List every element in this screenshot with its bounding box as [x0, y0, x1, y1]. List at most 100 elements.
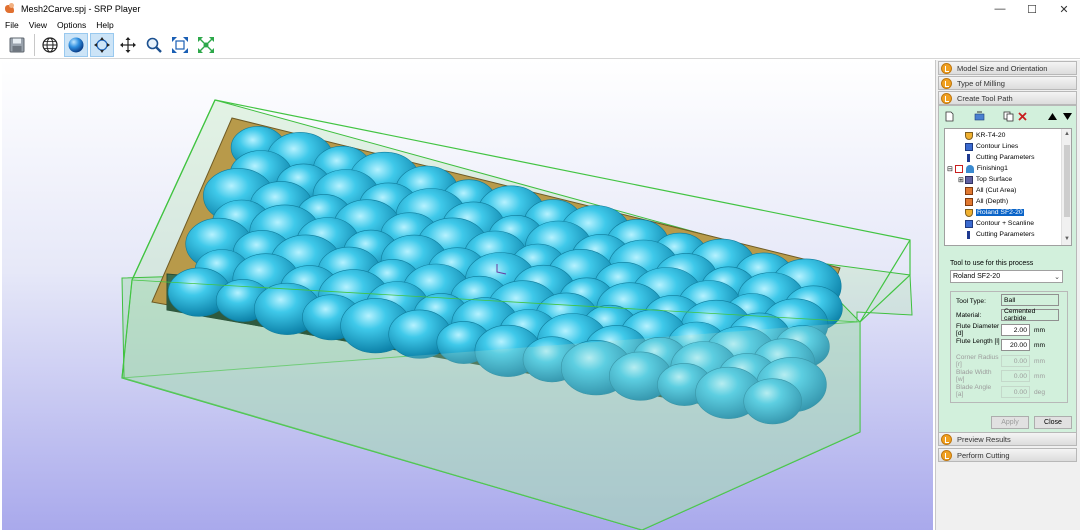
- maximize-button[interactable]: ☐: [1016, 0, 1048, 18]
- unit-label: mm: [1034, 373, 1045, 380]
- new-process-button[interactable]: [943, 110, 956, 123]
- unit-label: mm: [1034, 358, 1045, 365]
- zoom-button[interactable]: [142, 33, 166, 57]
- move-down-button[interactable]: [1061, 110, 1074, 123]
- delete-process-button[interactable]: [1016, 110, 1029, 123]
- window-title: Mesh2Carve.spj - SRP Player: [21, 4, 141, 14]
- tree-item-params-2[interactable]: Cutting Parameters: [965, 229, 1035, 240]
- checkbox-icon[interactable]: [954, 164, 963, 173]
- flute-diameter-label: Flute Diameter [d]: [956, 323, 1000, 337]
- model-scene: [121, 99, 913, 530]
- zoom-icon: [146, 37, 162, 53]
- step-check-icon: [941, 92, 952, 104]
- tree-scrollbar[interactable]: ▲ ▼: [1061, 129, 1071, 245]
- tool-select[interactable]: Roland SF2-20 ⌄: [950, 270, 1063, 283]
- area-icon: [965, 186, 973, 195]
- section-label: Preview Results: [957, 434, 1011, 444]
- tree-item-finishing[interactable]: ⊟ Finishing1: [947, 163, 1008, 174]
- menu-view[interactable]: View: [24, 20, 52, 30]
- tree-item-contour-scan[interactable]: Contour + Scanline: [965, 218, 1034, 229]
- section-type-of-milling[interactable]: Type of Milling: [938, 76, 1077, 90]
- scroll-down-icon[interactable]: ▼: [1063, 235, 1071, 243]
- tool-icon: [965, 131, 973, 140]
- add-process-button[interactable]: [973, 110, 986, 123]
- rotate-view-button[interactable]: [90, 33, 114, 57]
- wireframe-view-button[interactable]: [38, 33, 62, 57]
- move-up-button[interactable]: [1046, 110, 1059, 123]
- move-icon: [120, 37, 136, 53]
- new-file-icon: [945, 111, 954, 122]
- flute-length-label: Flute Length [l]: [956, 338, 1000, 345]
- fit-all-button[interactable]: [194, 33, 218, 57]
- title-bar: Mesh2Carve.spj - SRP Player — ☐ ✕: [0, 0, 1080, 18]
- tree-item-surface[interactable]: ⊞ Top Surface: [958, 174, 1012, 185]
- finishing-icon: [965, 164, 974, 173]
- sphere-shade-icon: [68, 37, 84, 53]
- tree-item-label: Contour + Scanline: [976, 220, 1034, 227]
- menu-file[interactable]: File: [0, 20, 24, 30]
- tree-item-label: Cutting Parameters: [976, 154, 1035, 161]
- section-create-tool-path[interactable]: Create Tool Path: [938, 91, 1077, 105]
- flute-diameter-field[interactable]: 2.00: [1001, 324, 1030, 336]
- model-viewport[interactable]: [2, 60, 933, 530]
- corner-radius-field: 0.00: [1001, 355, 1030, 367]
- depth-icon: [965, 197, 973, 206]
- arrow-down-icon: [1063, 113, 1072, 120]
- blade-angle-label: Blade Angle [a]: [956, 384, 992, 398]
- tree-item-label: Contour Lines: [976, 143, 1019, 150]
- apply-button[interactable]: Apply: [991, 416, 1029, 429]
- tree-item-tool-selected[interactable]: Roland SF2-20: [965, 207, 1024, 218]
- tree-item-area[interactable]: All (Cut Area): [965, 185, 1016, 196]
- wizard-panel: Model Size and Orientation Type of Milli…: [935, 60, 1080, 530]
- minimize-button[interactable]: —: [984, 0, 1016, 18]
- process-tree[interactable]: KR-T4-20 Contour Lines Cutting Parameter…: [944, 128, 1072, 246]
- material-label: Material:: [956, 312, 982, 319]
- scroll-up-icon[interactable]: ▲: [1063, 130, 1071, 138]
- tool-type-value: Ball: [1001, 294, 1059, 306]
- pan-view-button[interactable]: [116, 33, 140, 57]
- expand-icon[interactable]: ⊞: [958, 176, 964, 184]
- section-preview-results[interactable]: Preview Results: [938, 432, 1077, 446]
- unit-label: deg: [1034, 389, 1046, 396]
- save-button[interactable]: [5, 33, 29, 57]
- fit-view-icon: [172, 37, 188, 53]
- chevron-down-icon: ⌄: [1054, 274, 1060, 281]
- surface-icon: [964, 175, 973, 184]
- section-perform-cutting[interactable]: Perform Cutting: [938, 448, 1077, 462]
- tree-item-params[interactable]: Cutting Parameters: [965, 152, 1035, 163]
- tool-select-value: Roland SF2-20: [953, 273, 1001, 280]
- window-controls: — ☐ ✕: [984, 0, 1080, 18]
- tree-item-label: All (Cut Area): [976, 187, 1017, 194]
- close-button[interactable]: Close: [1034, 416, 1072, 429]
- tree-item-contour[interactable]: Contour Lines: [965, 141, 1018, 152]
- menu-help[interactable]: Help: [91, 20, 118, 30]
- tool-type-label: Tool Type:: [956, 298, 986, 305]
- fit-all-icon: [198, 37, 214, 53]
- section-model-size[interactable]: Model Size and Orientation: [938, 61, 1077, 75]
- tree-item-depth[interactable]: All (Depth): [965, 196, 1008, 207]
- params-icon: [967, 153, 970, 162]
- contour-icon: [965, 219, 973, 228]
- copy-icon: [1003, 111, 1014, 122]
- unit-label: mm: [1034, 342, 1045, 349]
- scroll-thumb[interactable]: [1064, 145, 1070, 217]
- params-icon: [967, 230, 970, 239]
- toolbar-separator: [34, 34, 35, 56]
- menu-options[interactable]: Options: [52, 20, 91, 30]
- collapse-icon[interactable]: ⊟: [947, 165, 953, 173]
- tree-item-tool[interactable]: KR-T4-20: [965, 130, 1005, 141]
- add-process-icon: [974, 111, 985, 121]
- toolbar: [0, 32, 1080, 59]
- close-window-button[interactable]: ✕: [1048, 0, 1080, 18]
- tool-path-toolbar: [943, 110, 1073, 124]
- arrow-up-icon: [1048, 113, 1057, 120]
- shaded-view-button[interactable]: [64, 33, 88, 57]
- delete-icon: [1018, 112, 1027, 121]
- corner-radius-label: Corner Radius [r]: [956, 354, 999, 368]
- fit-view-button[interactable]: [168, 33, 192, 57]
- step-check-icon: [941, 449, 952, 461]
- save-icon: [9, 37, 25, 53]
- flute-length-field[interactable]: 20.00: [1001, 339, 1030, 351]
- copy-process-button[interactable]: [1002, 110, 1015, 123]
- tree-item-label: Roland SF2-20: [976, 209, 1024, 216]
